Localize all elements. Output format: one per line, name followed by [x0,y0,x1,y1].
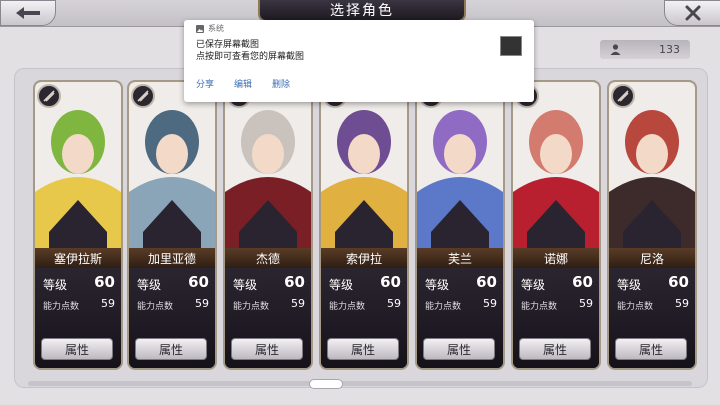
screenshot-notification[interactable]: 系统 已保存屏幕截图 点按即可查看您的屏幕截图 分享 编辑 删除 [184,20,534,102]
character-count: 133 [659,43,680,56]
scroll-thumb[interactable] [309,379,343,389]
ability-points-value: 59 [387,297,401,310]
ability-points-value: 59 [579,297,593,310]
level-value: 60 [188,273,209,291]
ability-points-label: 能力点数 [233,302,270,312]
character-card[interactable]: 诺娜等级 60 能力点数 59 属性 [511,80,601,370]
arrow-left-icon [16,7,40,19]
ability-points-value: 59 [195,297,209,310]
character-name: 芙兰 [417,248,503,268]
person-icon [610,44,621,55]
screenshot-thumbnail[interactable] [500,36,522,56]
level-label: 等级 [137,278,162,292]
character-count-box: 133 [600,40,690,59]
character-stats: 等级 60 能力点数 59 属性 [129,268,215,368]
level-value: 60 [668,273,689,291]
level-value: 60 [380,273,401,291]
character-name: 杰德 [225,248,311,268]
attributes-button[interactable]: 属性 [327,338,399,360]
level-label: 等级 [521,278,546,292]
edit-button[interactable]: 编辑 [234,77,252,90]
character-name: 尼洛 [609,248,695,268]
character-card[interactable]: 尼洛等级 60 能力点数 59 属性 [607,80,697,370]
notification-app: 系统 [196,23,224,34]
attributes-button[interactable]: 属性 [615,338,687,360]
character-card[interactable]: 加里亚德等级 60 能力点数 59 属性 [127,80,217,370]
character-stats: 等级 60 能力点数 59 属性 [609,268,695,368]
character-name: 塞伊拉斯 [35,248,121,268]
delete-button[interactable]: 删除 [272,77,290,90]
emblem-icon [43,90,55,102]
level-label: 等级 [617,278,642,292]
ability-points-value: 59 [101,297,115,310]
page-title: 选择角色 [258,0,466,22]
character-name: 加里亚德 [129,248,215,268]
character-stats: 等级 60 能力点数 59 属性 [321,268,407,368]
character-stats: 等级 60 能力点数 59 属性 [417,268,503,368]
level-value: 60 [94,273,115,291]
character-stats: 等级 60 能力点数 59 属性 [513,268,599,368]
character-name: 索伊拉 [321,248,407,268]
level-value: 60 [572,273,593,291]
level-label: 等级 [43,278,68,292]
ability-points-label: 能力点数 [617,302,654,312]
notification-app-label: 系统 [208,24,224,33]
level-label: 等级 [233,278,258,292]
ability-points-label: 能力点数 [43,302,80,312]
attributes-button[interactable]: 属性 [519,338,591,360]
character-stats: 等级 60 能力点数 59 属性 [225,268,311,368]
card-badge [131,84,155,108]
notification-actions: 分享 编辑 删除 [196,77,290,90]
back-button[interactable] [0,0,56,26]
share-button[interactable]: 分享 [196,77,214,90]
emblem-icon [137,90,149,102]
level-value: 60 [284,273,305,291]
level-label: 等级 [425,278,450,292]
ability-points-label: 能力点数 [425,302,462,312]
image-icon [196,24,204,33]
character-stats: 等级 60 能力点数 59 属性 [35,268,121,368]
character-card[interactable]: 塞伊拉斯等级 60 能力点数 59 属性 [33,80,123,370]
attributes-button[interactable]: 属性 [41,338,113,360]
character-card[interactable]: 芙兰等级 60 能力点数 59 属性 [415,80,505,370]
emblem-icon [617,90,629,102]
notification-text: 点按即可查看您的屏幕截图 [196,52,305,62]
attributes-button[interactable]: 属性 [135,338,207,360]
ability-points-value: 59 [675,297,689,310]
close-icon [685,5,701,21]
character-card[interactable]: 杰德等级 60 能力点数 59 属性 [223,80,313,370]
ability-points-label: 能力点数 [329,302,366,312]
card-badge [611,84,635,108]
card-badge [37,84,61,108]
level-label: 等级 [329,278,354,292]
character-name: 诺娜 [513,248,599,268]
level-value: 60 [476,273,497,291]
ability-points-value: 59 [291,297,305,310]
ability-points-value: 59 [483,297,497,310]
character-card[interactable]: 索伊拉等级 60 能力点数 59 属性 [319,80,409,370]
close-button[interactable] [664,0,720,26]
ability-points-label: 能力点数 [521,302,558,312]
attributes-button[interactable]: 属性 [423,338,495,360]
ability-points-label: 能力点数 [137,302,174,312]
scroll-track[interactable] [28,381,692,386]
attributes-button[interactable]: 属性 [231,338,303,360]
